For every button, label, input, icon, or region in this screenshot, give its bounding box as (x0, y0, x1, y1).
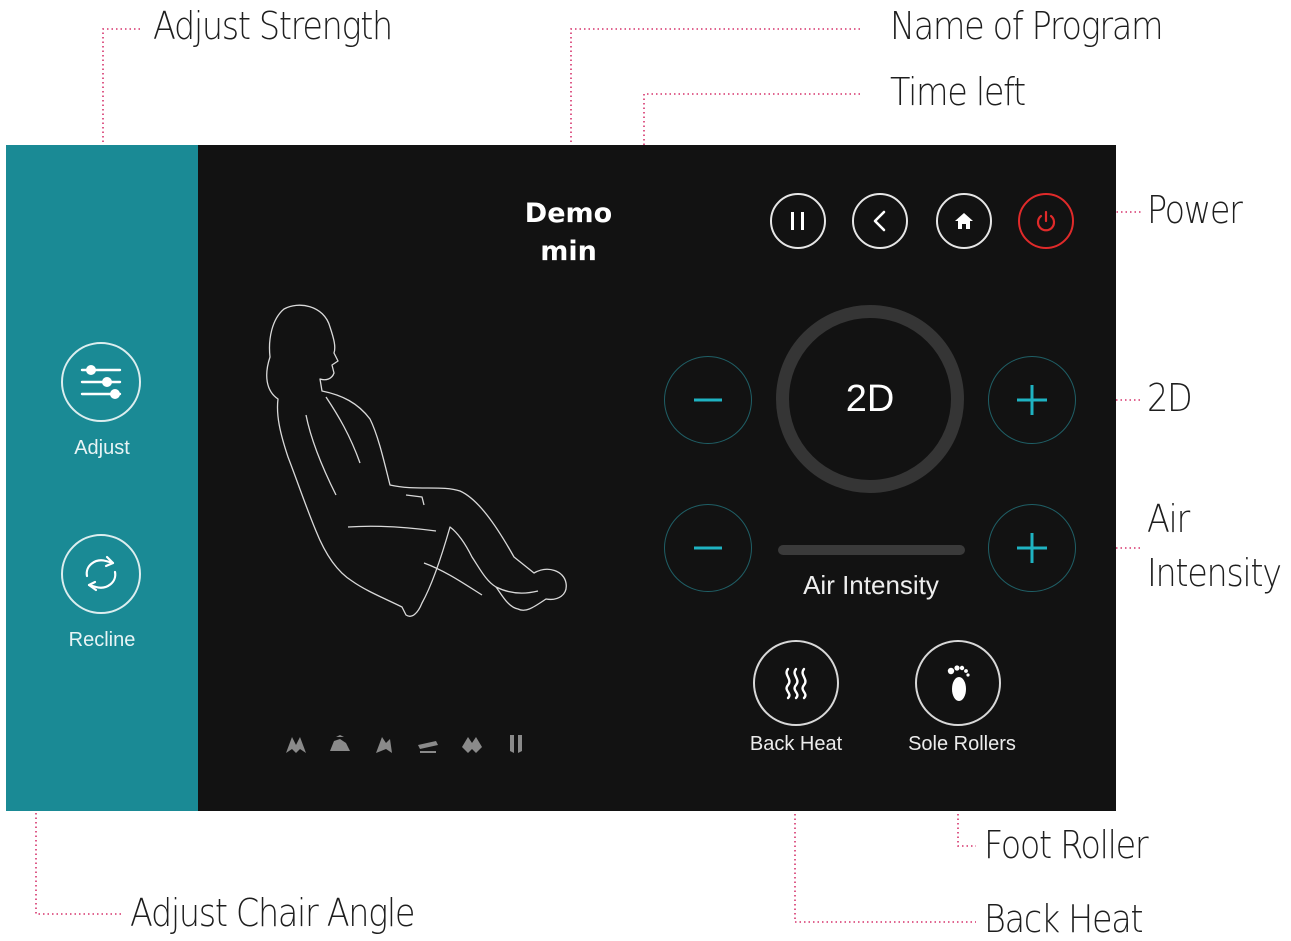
massage-position-icons (284, 733, 528, 755)
strength-increase-button[interactable] (988, 356, 1076, 444)
recline-arrows-icon (85, 555, 117, 592)
recline-button[interactable] (61, 534, 141, 614)
air-intensity-bar (778, 545, 965, 555)
back-heat-button[interactable] (753, 640, 839, 726)
shoulders-icon (286, 737, 306, 753)
callout-foot-roller: Foot Roller (984, 823, 1149, 867)
air-increase-button[interactable] (988, 504, 1076, 592)
minus-icon (694, 398, 722, 402)
waist-icon (376, 737, 392, 753)
seat-icon (418, 741, 438, 753)
plus-icon (1017, 533, 1047, 563)
sole-rollers-label: Sole Rollers (908, 733, 1016, 755)
callout-back-heat: Back Heat (984, 897, 1144, 941)
pause-icon (791, 212, 804, 230)
back-heat-label: Back Heat (749, 733, 843, 755)
air-intensity-label: Air Intensity (803, 570, 939, 600)
callout-air-line1: Air (1147, 497, 1190, 541)
body-outline-figure (266, 304, 567, 617)
sole-rollers-button[interactable] (915, 640, 1001, 726)
legs-icon (462, 737, 482, 753)
strength-ring: 2D (776, 305, 964, 493)
strength-decrease-button[interactable] (664, 356, 752, 444)
home-button[interactable] (936, 193, 992, 249)
recline-label: Recline (68, 629, 136, 651)
callout-adjust-chair-angle: Adjust Chair Angle (130, 891, 415, 935)
heat-waves-icon (785, 667, 807, 700)
chair-control-screen: Adjust Recline Demo min 2D Air Intensity… (6, 145, 1116, 811)
callout-power: Power (1147, 188, 1243, 232)
callout-2d: 2D (1147, 376, 1193, 420)
back-button[interactable] (852, 193, 908, 249)
callout-time-left: Time left (890, 70, 1026, 114)
power-button[interactable] (1018, 193, 1074, 249)
feet-icon (510, 735, 522, 753)
adjust-button[interactable] (61, 342, 141, 422)
program-name: Demo (524, 198, 613, 229)
back-icon (330, 735, 350, 751)
power-icon (1036, 210, 1056, 232)
minus-icon (694, 546, 722, 550)
air-decrease-button[interactable] (664, 504, 752, 592)
callout-adjust-strength: Adjust Strength (153, 4, 393, 48)
back-chevron-icon (873, 210, 886, 232)
pause-button[interactable] (770, 193, 826, 249)
callout-air-line2: Intensity (1147, 551, 1282, 595)
home-icon (955, 213, 973, 229)
callout-name-of-program: Name of Program (890, 4, 1164, 48)
footprint-icon (947, 665, 970, 701)
sliders-icon (80, 365, 122, 399)
sidebar: Adjust Recline (6, 145, 198, 811)
adjust-label: Adjust (74, 437, 130, 459)
strength-mode-label: 2D (845, 377, 895, 420)
plus-icon (1017, 385, 1047, 415)
time-left: min (540, 236, 597, 267)
program-info: Demo min (486, 195, 651, 271)
